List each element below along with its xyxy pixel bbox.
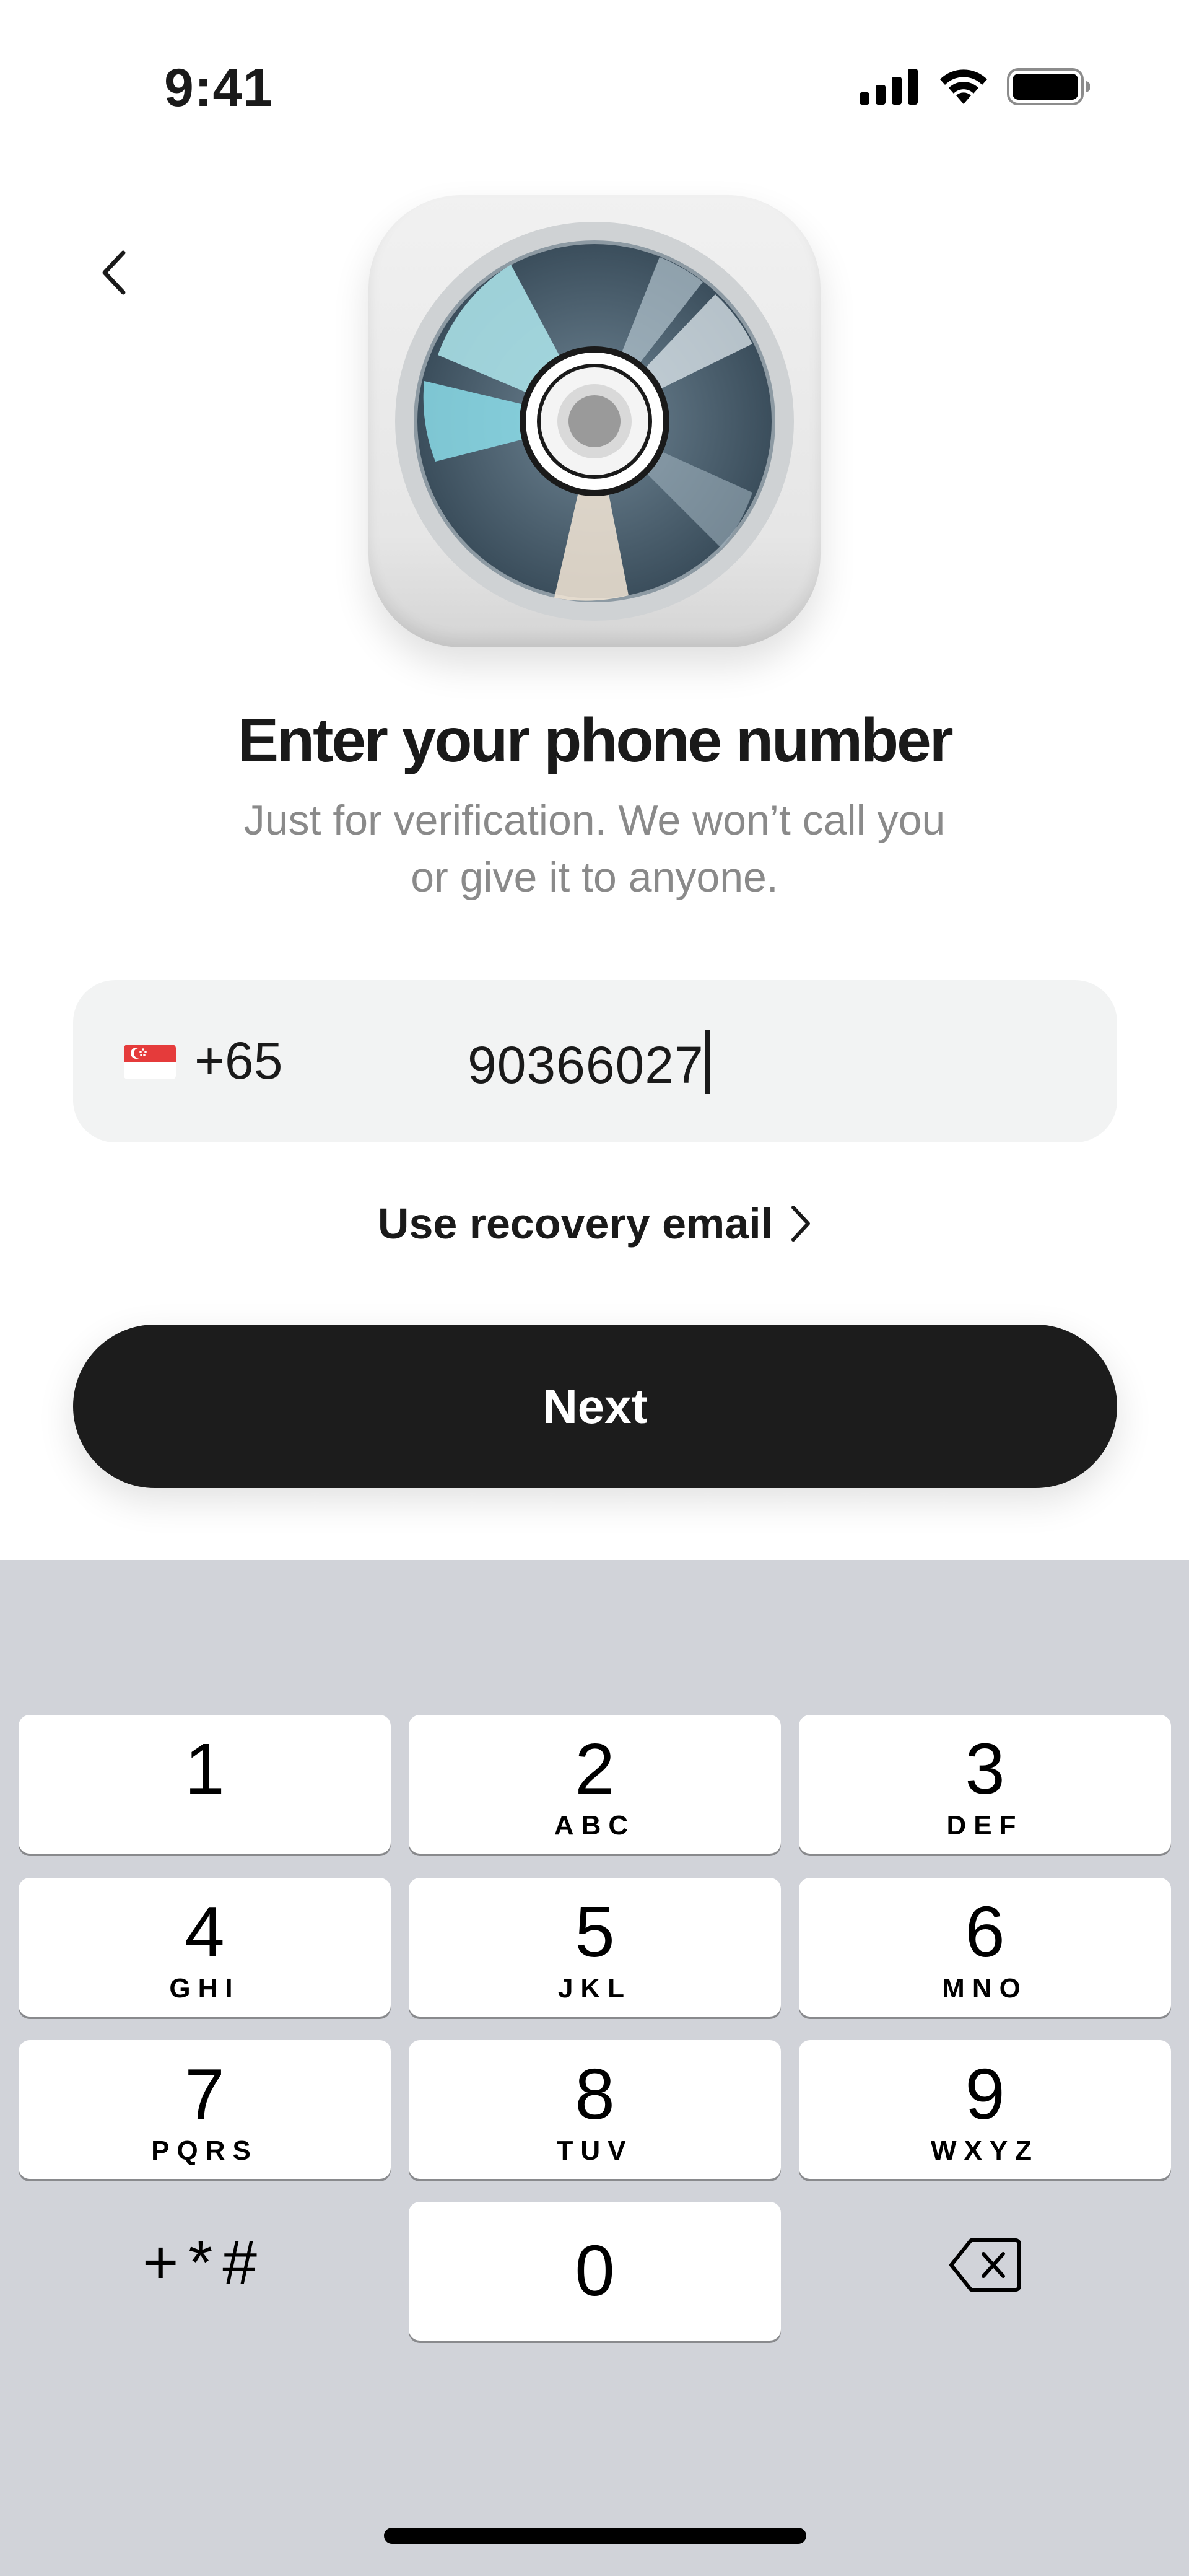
- key-letters: JKL: [557, 1973, 632, 2004]
- wifi-icon: [940, 69, 987, 104]
- phone-number-value: 90366027: [468, 1036, 704, 1094]
- status-icons: [860, 67, 1090, 107]
- signal-icon: [860, 69, 918, 105]
- key-digit: 1: [185, 1728, 225, 1809]
- key-6[interactable]: 6 MNO: [799, 1878, 1171, 2017]
- text-caret: [705, 1030, 710, 1094]
- battery-icon: [1007, 68, 1090, 105]
- key-digit: 8: [575, 2054, 615, 2134]
- key-2[interactable]: 2 ABC: [409, 1715, 781, 1854]
- app-icon: [368, 195, 821, 647]
- key-letters: TUV: [556, 2136, 634, 2166]
- use-recovery-email-link[interactable]: Use recovery email: [0, 1193, 1189, 1255]
- key-digit: 0: [575, 2230, 615, 2311]
- next-button-label: Next: [542, 1378, 648, 1434]
- back-button[interactable]: [87, 242, 142, 304]
- next-button[interactable]: Next: [73, 1325, 1117, 1488]
- key-9[interactable]: 9 WXYZ: [799, 2040, 1171, 2179]
- key-digit: 9: [965, 2054, 1005, 2134]
- key-letters: MNO: [942, 1973, 1028, 2004]
- key-digit: 7: [185, 2054, 225, 2134]
- home-indicator: [384, 2528, 806, 2544]
- key-0[interactable]: 0: [409, 2202, 781, 2341]
- delete-key[interactable]: [799, 2196, 1171, 2334]
- phone-input-field[interactable]: +65 90366027: [73, 980, 1117, 1142]
- cd-disc-icon: [395, 222, 794, 621]
- chevron-right-icon: [791, 1206, 811, 1242]
- key-1[interactable]: 1: [19, 1715, 391, 1854]
- singapore-flag-icon[interactable]: [124, 1045, 176, 1079]
- key-letters: DEF: [946, 1810, 1024, 1841]
- key-symbols[interactable]: +*#: [19, 2193, 391, 2332]
- key-digit: 4: [185, 1891, 225, 1972]
- recovery-link-label: Use recovery email: [377, 1199, 773, 1248]
- key-letters: PQRS: [151, 2136, 258, 2166]
- phone-number-input[interactable]: 90366027: [468, 1030, 710, 1096]
- key-letters: ABC: [554, 1810, 636, 1841]
- key-digit: 5: [575, 1891, 615, 1972]
- key-7[interactable]: 7 PQRS: [19, 2040, 391, 2179]
- page-subtitle: Just for verification. We won’t call you…: [243, 797, 946, 901]
- page-title: Enter your phone number: [237, 706, 953, 775]
- backspace-icon: [949, 2238, 1021, 2292]
- status-time: 9:41: [164, 58, 274, 118]
- key-digit: 6: [965, 1891, 1005, 1972]
- key-5[interactable]: 5 JKL: [409, 1878, 781, 2017]
- chevron-left-icon: [102, 250, 126, 295]
- key-3[interactable]: 3 DEF: [799, 1715, 1171, 1854]
- key-letters: GHI: [169, 1973, 240, 2004]
- key-digit: 2: [575, 1728, 615, 1809]
- key-8[interactable]: 8 TUV: [409, 2040, 781, 2179]
- key-4[interactable]: 4 GHI: [19, 1878, 391, 2017]
- key-letters: WXYZ: [930, 2136, 1040, 2166]
- country-code[interactable]: +65: [194, 1030, 283, 1092]
- status-bar: 9:41: [0, 0, 1189, 173]
- key-digit: 3: [965, 1728, 1005, 1809]
